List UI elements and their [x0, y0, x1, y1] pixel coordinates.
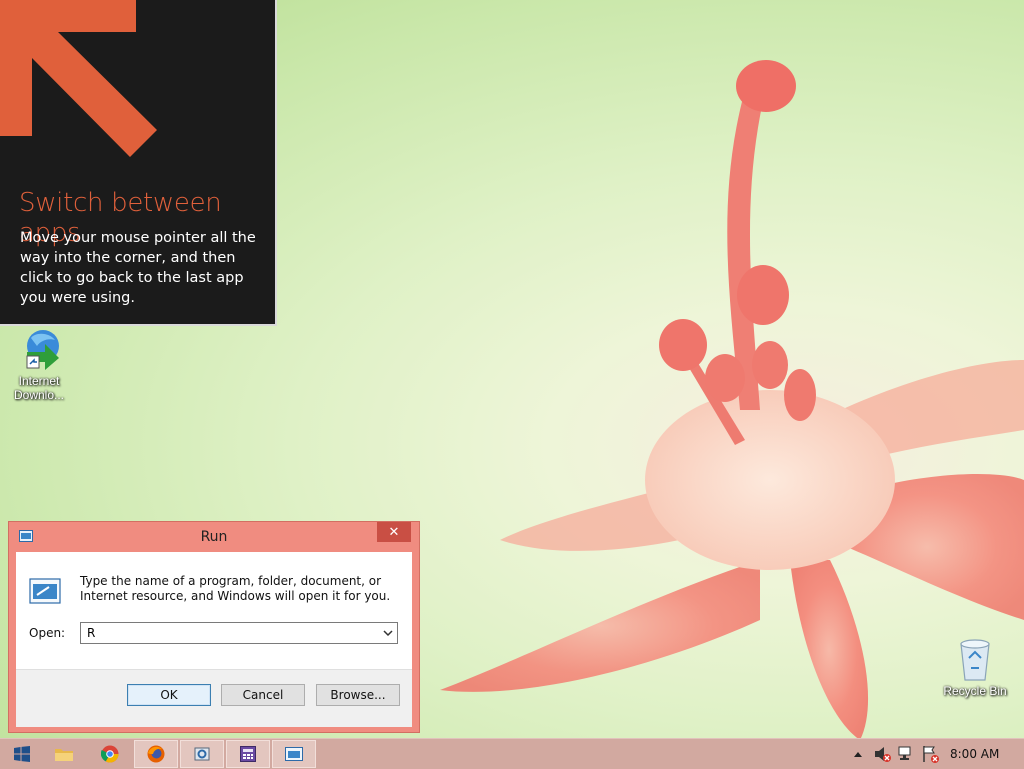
show-hidden-icons-icon[interactable]	[852, 739, 864, 769]
taskbar-clock[interactable]: 8:00 AM	[950, 747, 999, 761]
calculator-icon	[240, 746, 256, 762]
desktop-icon-label: Internet Downlo...	[13, 374, 65, 402]
run-titlebar[interactable]: Run ✕	[9, 522, 419, 552]
taskbar-settings[interactable]	[180, 740, 224, 768]
windows-logo-icon	[14, 746, 30, 762]
internet-download-manager-icon	[15, 328, 63, 372]
run-program-icon	[29, 578, 61, 604]
browse-button[interactable]: Browse...	[316, 684, 400, 706]
cancel-button[interactable]: Cancel	[221, 684, 305, 706]
close-icon: ✕	[388, 524, 400, 539]
chrome-icon	[101, 745, 119, 763]
close-button[interactable]: ✕	[377, 522, 411, 542]
settings-icon	[194, 747, 210, 761]
network-icon[interactable]	[898, 739, 916, 769]
recycle-bin-icon	[951, 638, 999, 682]
action-center-flag-icon[interactable]	[922, 739, 940, 769]
desktop-icon-label: Recycle Bin	[943, 684, 1007, 698]
taskbar-file-explorer[interactable]	[42, 740, 86, 768]
folder-icon	[55, 749, 73, 761]
open-input[interactable]: R	[87, 626, 95, 640]
taskbar-firefox[interactable]	[134, 740, 178, 768]
taskbar-run[interactable]	[272, 740, 316, 768]
desktop-icon-recycle-bin[interactable]: Recycle Bin	[940, 638, 1010, 698]
open-label: Open:	[29, 626, 66, 640]
run-title: Run	[200, 529, 228, 545]
volume-muted-icon[interactable]	[874, 739, 892, 769]
taskbar-chrome[interactable]	[88, 740, 132, 768]
run-client-area: Type the name of a program, folder, docu…	[16, 552, 412, 727]
taskbar-calculator[interactable]	[226, 740, 270, 768]
run-dialog: Run ✕ Type the name of a program, folder…	[8, 521, 420, 733]
switch-apps-tip: Switch between apps Move your mouse poin…	[0, 0, 277, 326]
firefox-icon	[147, 745, 165, 763]
taskbar: 8:00 AM	[0, 738, 1024, 769]
ok-button[interactable]: OK	[127, 684, 211, 706]
corner-arrow-icon	[0, 0, 157, 157]
tip-body: Move your mouse pointer all the way into…	[20, 230, 256, 306]
desktop-icon-internet-download-manager[interactable]: Internet Downlo...	[4, 328, 74, 402]
run-description: Type the name of a program, folder, docu…	[80, 574, 391, 603]
run-icon	[285, 747, 303, 761]
open-combobox[interactable]: R	[80, 622, 398, 644]
start-button[interactable]	[0, 740, 44, 768]
chevron-down-icon[interactable]	[382, 627, 394, 639]
